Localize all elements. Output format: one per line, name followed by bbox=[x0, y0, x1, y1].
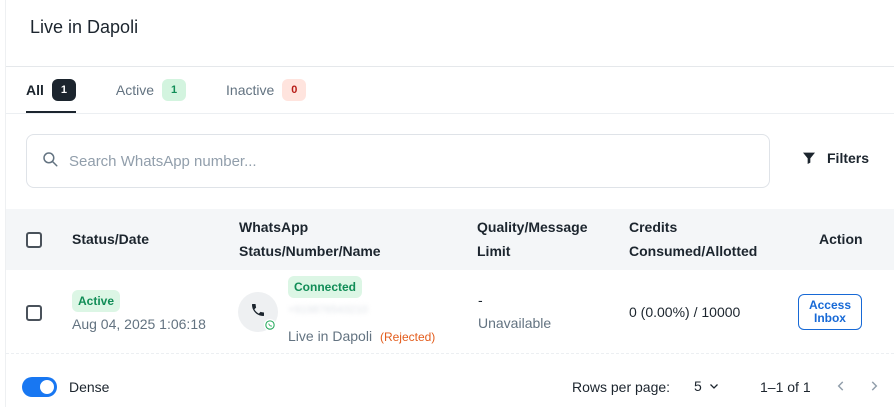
header-whatsapp: WhatsApp Status/Number/Name bbox=[239, 215, 381, 263]
rows-per-page-value: 5 bbox=[694, 378, 702, 394]
header-line: Limit bbox=[477, 243, 511, 259]
count-badge: 0 bbox=[282, 79, 307, 101]
header-line: Credits bbox=[629, 219, 678, 235]
button-line: Inbox bbox=[813, 311, 846, 325]
status-tabs: All 1 Active 1 Inactive 0 bbox=[26, 78, 346, 114]
account-name-text: Live in Dapoli bbox=[288, 328, 373, 344]
phone-number: +919876543210 bbox=[288, 304, 368, 316]
page-title: Live in Dapoli bbox=[30, 17, 139, 37]
search-input[interactable] bbox=[69, 152, 729, 170]
filters-button[interactable]: Filters bbox=[801, 150, 869, 166]
message-limit: Unavailable bbox=[478, 315, 552, 331]
select-all-checkbox[interactable] bbox=[26, 232, 42, 248]
search-icon bbox=[41, 150, 59, 173]
rows-per-page-label: Rows per page: bbox=[572, 379, 671, 395]
connection-badge: Connected bbox=[288, 276, 363, 298]
header-quality: Quality/Message Limit bbox=[477, 215, 588, 263]
status-badge: Active bbox=[72, 290, 121, 312]
search-box bbox=[26, 134, 770, 188]
chevron-down-icon bbox=[708, 380, 720, 392]
pagination-range: 1–1 of 1 bbox=[760, 379, 811, 395]
header-line: WhatsApp bbox=[239, 219, 309, 235]
row-date: Aug 04, 2025 1:06:18 bbox=[72, 316, 206, 332]
chevron-right-icon[interactable] bbox=[867, 379, 881, 393]
tab-all[interactable]: All 1 bbox=[26, 78, 76, 113]
quality-value: - bbox=[478, 292, 483, 308]
filters-label: Filters bbox=[827, 150, 870, 166]
header-line: Quality/Message bbox=[477, 219, 588, 235]
header-line: Consumed/Allotted bbox=[629, 243, 758, 259]
table-header: Status/Date WhatsApp Status/Number/Name … bbox=[6, 209, 894, 270]
header-action: Action bbox=[819, 231, 863, 247]
account-name: Live in Dapoli (Rejected) bbox=[288, 328, 435, 344]
header-line: Status/Number/Name bbox=[239, 243, 381, 259]
chevron-left-icon[interactable] bbox=[834, 379, 848, 393]
table-footer: Dense Rows per page: 5 1–1 of 1 bbox=[6, 366, 894, 406]
rows-per-page-select[interactable]: 5 bbox=[694, 378, 720, 394]
credits-value: 0 (0.00%) / 10000 bbox=[629, 304, 741, 320]
phone-icon bbox=[250, 302, 266, 323]
tab-label: Inactive bbox=[226, 82, 275, 98]
dense-toggle[interactable] bbox=[22, 377, 57, 397]
dense-label: Dense bbox=[69, 379, 110, 395]
whatsapp-icon bbox=[264, 319, 276, 331]
header-divider bbox=[6, 66, 894, 67]
tab-label: All bbox=[26, 82, 44, 98]
header-credits: Credits Consumed/Allotted bbox=[629, 215, 757, 263]
tabs-divider bbox=[6, 113, 894, 114]
tab-inactive[interactable]: Inactive 0 bbox=[226, 78, 307, 102]
count-badge: 1 bbox=[51, 79, 76, 101]
name-status-text: (Rejected) bbox=[379, 330, 436, 344]
tab-label: Active bbox=[115, 82, 155, 98]
row-checkbox[interactable] bbox=[26, 305, 42, 321]
tab-active[interactable]: Active 1 bbox=[115, 78, 187, 102]
filter-icon bbox=[801, 150, 817, 166]
whatsapp-numbers-card: Live in Dapoli All 1 Active 1 Inactive 0… bbox=[5, 0, 894, 407]
count-badge: 1 bbox=[162, 79, 187, 101]
access-inbox-button[interactable]: Access Inbox bbox=[798, 294, 862, 330]
table-row: Active Aug 04, 2025 1:06:18 Connected +9… bbox=[6, 270, 894, 354]
header-status-date: Status/Date bbox=[72, 231, 150, 247]
